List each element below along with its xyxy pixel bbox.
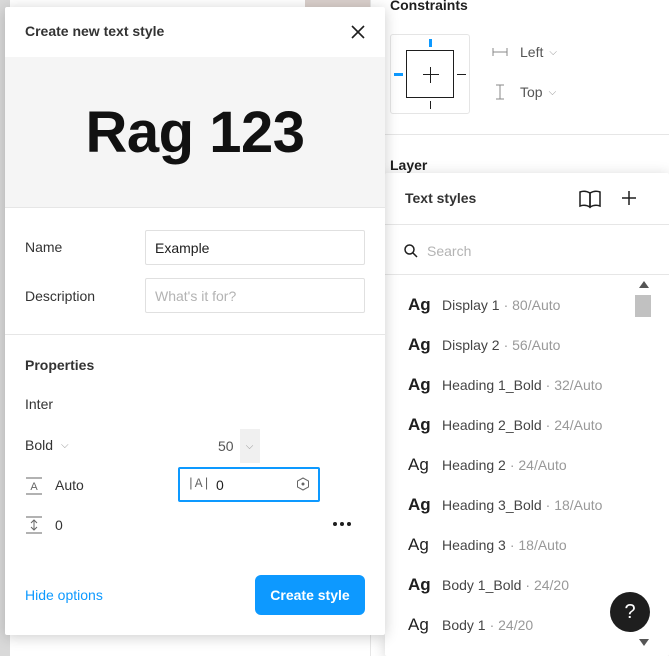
text-style-sample: Ag: [408, 615, 429, 634]
search-input[interactable]: [427, 238, 647, 264]
text-style-name: Heading 3_Bold: [442, 497, 542, 513]
font-weight-value: Bold: [25, 437, 54, 453]
vertical-constraint-select[interactable]: Top ⌵: [492, 84, 556, 100]
inspector-section-divider: [371, 134, 669, 135]
description-label: Description: [25, 288, 96, 304]
horizontal-constraint-select[interactable]: Left ⌵: [492, 44, 557, 60]
text-style-item[interactable]: Ag Heading 2_Bold · 24/Auto: [385, 405, 635, 445]
text-styles-header: Text styles: [385, 173, 669, 225]
text-style-meta: · 56/Auto: [503, 337, 561, 353]
font-size-value: 50: [218, 438, 234, 454]
vertical-constraint-value: Top: [520, 84, 543, 100]
create-style-button[interactable]: Create style: [255, 575, 365, 615]
line-height-icon: A: [26, 477, 42, 495]
text-style-sample: Ag: [408, 495, 431, 514]
font-weight-select[interactable]: Bold ⌵: [25, 437, 69, 453]
vertical-constraint-icon: [496, 84, 504, 100]
text-style-sample: Ag: [408, 535, 429, 554]
help-button[interactable]: ?: [610, 592, 650, 632]
paragraph-spacing-value[interactable]: 0: [55, 517, 63, 533]
preview-text: Rag 123: [85, 99, 305, 165]
text-styles-title: Text styles: [405, 190, 477, 206]
constraint-left-tick[interactable]: [394, 73, 403, 76]
name-field[interactable]: [145, 230, 365, 265]
text-style-sample: Ag: [408, 295, 431, 314]
constraint-top-tick[interactable]: [429, 39, 432, 47]
text-style-name: Display 2: [442, 337, 500, 353]
letter-spacing-field[interactable]: |A|: [178, 467, 320, 502]
style-preview: Rag 123: [5, 57, 385, 208]
text-style-sample: Ag: [408, 575, 431, 594]
text-style-name: Heading 3: [442, 537, 506, 553]
font-size-field[interactable]: 50 ⌵: [210, 429, 260, 463]
text-style-item[interactable]: Ag Display 1 · 80/Auto: [385, 285, 635, 325]
description-field[interactable]: [145, 278, 365, 313]
chevron-down-icon: ⌵: [61, 439, 69, 451]
text-styles-popover: Text styles Ag Display 1· 80/Auto Ag Displa…: [385, 173, 669, 656]
horizontal-constraint-icon: [492, 48, 508, 56]
text-style-meta: · 80/Auto: [503, 297, 561, 313]
text-style-name: Heading 2_Bold: [442, 417, 542, 433]
modal-title: Create new text style: [25, 23, 165, 39]
text-style-meta: · 18/Auto: [545, 497, 603, 513]
variable-hexagon-icon[interactable]: [296, 477, 310, 491]
close-icon[interactable]: [349, 23, 367, 41]
constraints-heading: Constraints: [390, 0, 468, 13]
letter-spacing-input[interactable]: [216, 474, 286, 496]
scroll-up-arrow-icon[interactable]: [639, 281, 649, 288]
chevron-down-icon: ⌵: [548, 86, 557, 98]
constraint-bottom-tick[interactable]: [430, 101, 431, 109]
letter-spacing-icon: |A|: [187, 476, 211, 491]
text-style-sample: Ag: [408, 375, 431, 394]
text-style-item[interactable]: Ag Heading 3_Bold · 18/Auto: [385, 485, 635, 525]
text-style-item[interactable]: Ag Heading 3 · 18/Auto: [385, 525, 635, 565]
modal-divider: [5, 334, 385, 335]
constraint-plus-h: [423, 74, 439, 75]
name-label: Name: [25, 239, 63, 255]
text-style-meta: · 24/Auto: [545, 417, 603, 433]
text-style-sample: Ag: [408, 335, 431, 354]
create-text-style-modal: Create new text style Rag 123 Name Descr…: [5, 7, 385, 635]
text-style-item[interactable]: Ag Body 1_Bold · 24/20: [385, 565, 635, 605]
text-style-name: Body 1: [442, 617, 486, 633]
add-style-plus-icon[interactable]: [618, 187, 640, 209]
text-style-meta: · 24/20: [525, 577, 569, 593]
text-style-item[interactable]: Ag Heading 1_Bold · 32/Auto: [385, 365, 635, 405]
search-icon: [404, 244, 418, 258]
more-options-icon[interactable]: [330, 515, 354, 533]
constraint-widget[interactable]: [390, 34, 470, 114]
chevron-down-icon: ⌵: [549, 46, 557, 58]
properties-heading: Properties: [25, 357, 95, 373]
text-style-sample: Ag: [408, 415, 431, 434]
font-family-select[interactable]: Inter: [25, 396, 53, 412]
svg-text:A: A: [30, 481, 38, 493]
text-styles-list: Ag Display 1 · 80/Auto Ag Display 2 · 56/Auto…: [385, 285, 635, 645]
paragraph-spacing-icon: [26, 516, 42, 534]
text-style-meta: · 24/20: [489, 617, 534, 633]
hide-options-link[interactable]: Hide options: [25, 587, 103, 603]
text-styles-search: [385, 226, 669, 275]
text-style-name: Body 1_Bold: [442, 577, 522, 593]
constraint-plus-v: [430, 67, 431, 83]
constraint-right-tick[interactable]: [457, 74, 466, 75]
text-style-sample: Ag: [408, 455, 429, 474]
text-style-item[interactable]: Ag Display 2 · 56/Auto: [385, 325, 635, 365]
layer-heading: Layer: [390, 157, 428, 173]
library-book-icon[interactable]: [578, 189, 602, 209]
text-style-name: Display 1: [442, 297, 500, 313]
modal-header: Create new text style: [5, 7, 385, 57]
text-style-item[interactable]: Ag Heading 2 · 24/Auto: [385, 445, 635, 485]
scrollbar-thumb[interactable]: [635, 295, 651, 317]
scroll-down-arrow-icon[interactable]: [639, 639, 649, 646]
text-style-item[interactable]: Ag Body 1 · 24/20: [385, 605, 635, 645]
text-style-meta: · 32/Auto: [545, 377, 603, 393]
line-height-value[interactable]: Auto: [55, 477, 84, 493]
horizontal-constraint-value: Left: [520, 44, 544, 60]
text-style-name: Heading 2: [442, 457, 506, 473]
font-size-dropdown-icon[interactable]: ⌵: [239, 429, 260, 463]
text-style-name: Heading 1_Bold: [442, 377, 542, 393]
constraint-frame: [406, 50, 454, 98]
text-style-meta: · 24/Auto: [509, 457, 567, 473]
text-style-meta: · 18/Auto: [509, 537, 567, 553]
